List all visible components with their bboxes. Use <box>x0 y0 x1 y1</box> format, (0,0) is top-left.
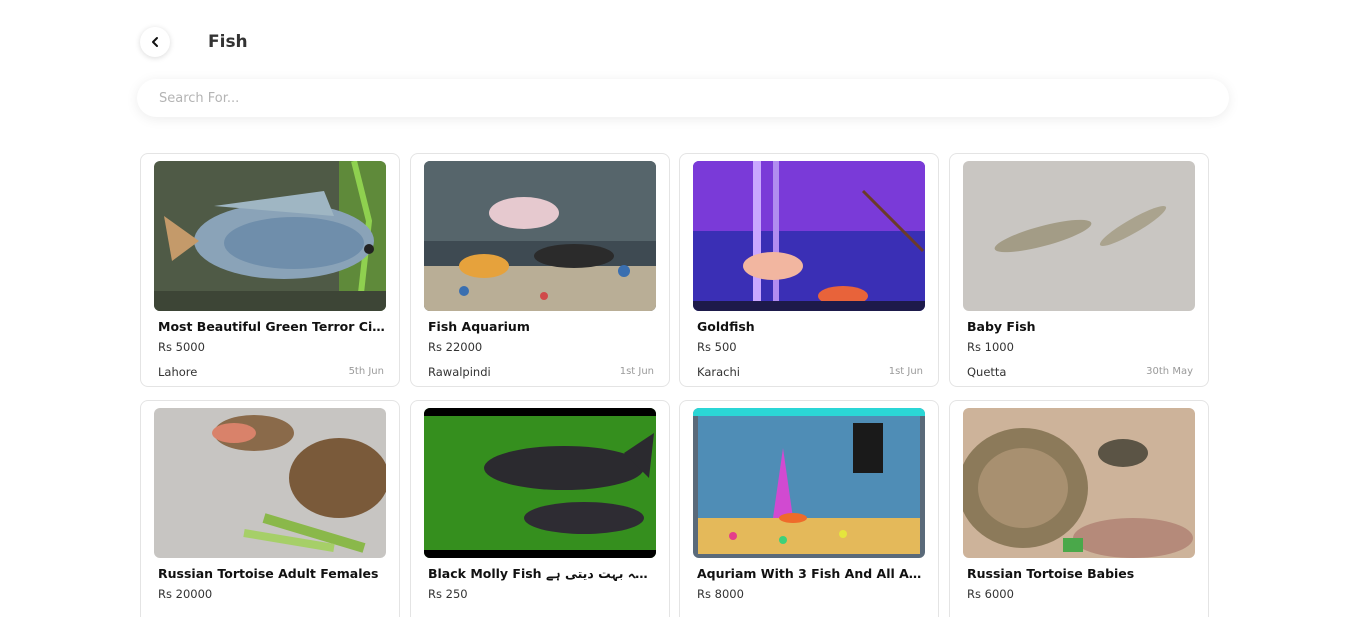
listing-date: 1st Jun <box>888 366 923 377</box>
listing-card[interactable]: Baby Fish Rs 1000 Quetta 30th May <box>949 153 1209 387</box>
listing-image <box>154 408 386 558</box>
chevron-left-icon <box>152 37 158 47</box>
listing-title: Most Beautiful Green Terror Cichlid <box>158 319 386 334</box>
page-title: Fish <box>208 32 248 52</box>
listing-title: Russian Tortoise Babies <box>967 566 1135 581</box>
listing-image <box>963 161 1195 311</box>
listing-price: Rs 1000 <box>967 340 1014 354</box>
search-bar[interactable] <box>137 79 1229 117</box>
listing-card[interactable]: Goldfish Rs 500 Karachi 1st Jun <box>679 153 939 387</box>
listing-title: Black Molly Fish یہ بچہ بہت دیتی ہے <box>428 566 656 581</box>
search-input[interactable] <box>159 90 1229 106</box>
listing-date: 5th Jun <box>348 366 384 377</box>
listing-price: Rs 500 <box>697 340 737 354</box>
listing-image <box>963 408 1195 558</box>
listing-price: Rs 20000 <box>158 587 213 601</box>
listing-price: Rs 6000 <box>967 587 1014 601</box>
listing-title: Fish Aquarium <box>428 319 530 334</box>
listing-date: 30th May <box>1146 366 1193 377</box>
listing-card[interactable]: Most Beautiful Green Terror Cichlid Rs 5… <box>140 153 400 387</box>
listing-card[interactable]: Black Molly Fish یہ بچہ بہت دیتی ہے Rs 2… <box>410 400 670 617</box>
listing-city: Karachi <box>697 365 740 379</box>
listing-title: Russian Tortoise Adult Females <box>158 566 379 581</box>
listing-price: Rs 8000 <box>697 587 744 601</box>
listing-price: Rs 5000 <box>158 340 205 354</box>
listing-card[interactable]: Aquriam With 3 Fish And All Accessories … <box>679 400 939 617</box>
listing-city: Quetta <box>967 365 1007 379</box>
listing-title: Aquriam With 3 Fish And All Accessories <box>697 566 925 581</box>
listing-image <box>693 161 925 311</box>
page-header: Fish <box>140 27 248 57</box>
listing-price: Rs 22000 <box>428 340 483 354</box>
listing-date: 1st Jun <box>619 366 654 377</box>
listing-card[interactable]: Russian Tortoise Adult Females Rs 20000 <box>140 400 400 617</box>
listing-image <box>154 161 386 311</box>
listing-price: Rs 250 <box>428 587 468 601</box>
listing-card[interactable]: Fish Aquarium Rs 22000 Rawalpindi 1st Ju… <box>410 153 670 387</box>
listing-city: Rawalpindi <box>428 365 491 379</box>
listing-image <box>424 408 656 558</box>
listing-title: Goldfish <box>697 319 755 334</box>
listing-city: Lahore <box>158 365 198 379</box>
listing-image <box>693 408 925 558</box>
listing-title: Baby Fish <box>967 319 1036 334</box>
listing-image <box>424 161 656 311</box>
back-button[interactable] <box>140 27 170 57</box>
listing-card[interactable]: Russian Tortoise Babies Rs 6000 <box>949 400 1209 617</box>
